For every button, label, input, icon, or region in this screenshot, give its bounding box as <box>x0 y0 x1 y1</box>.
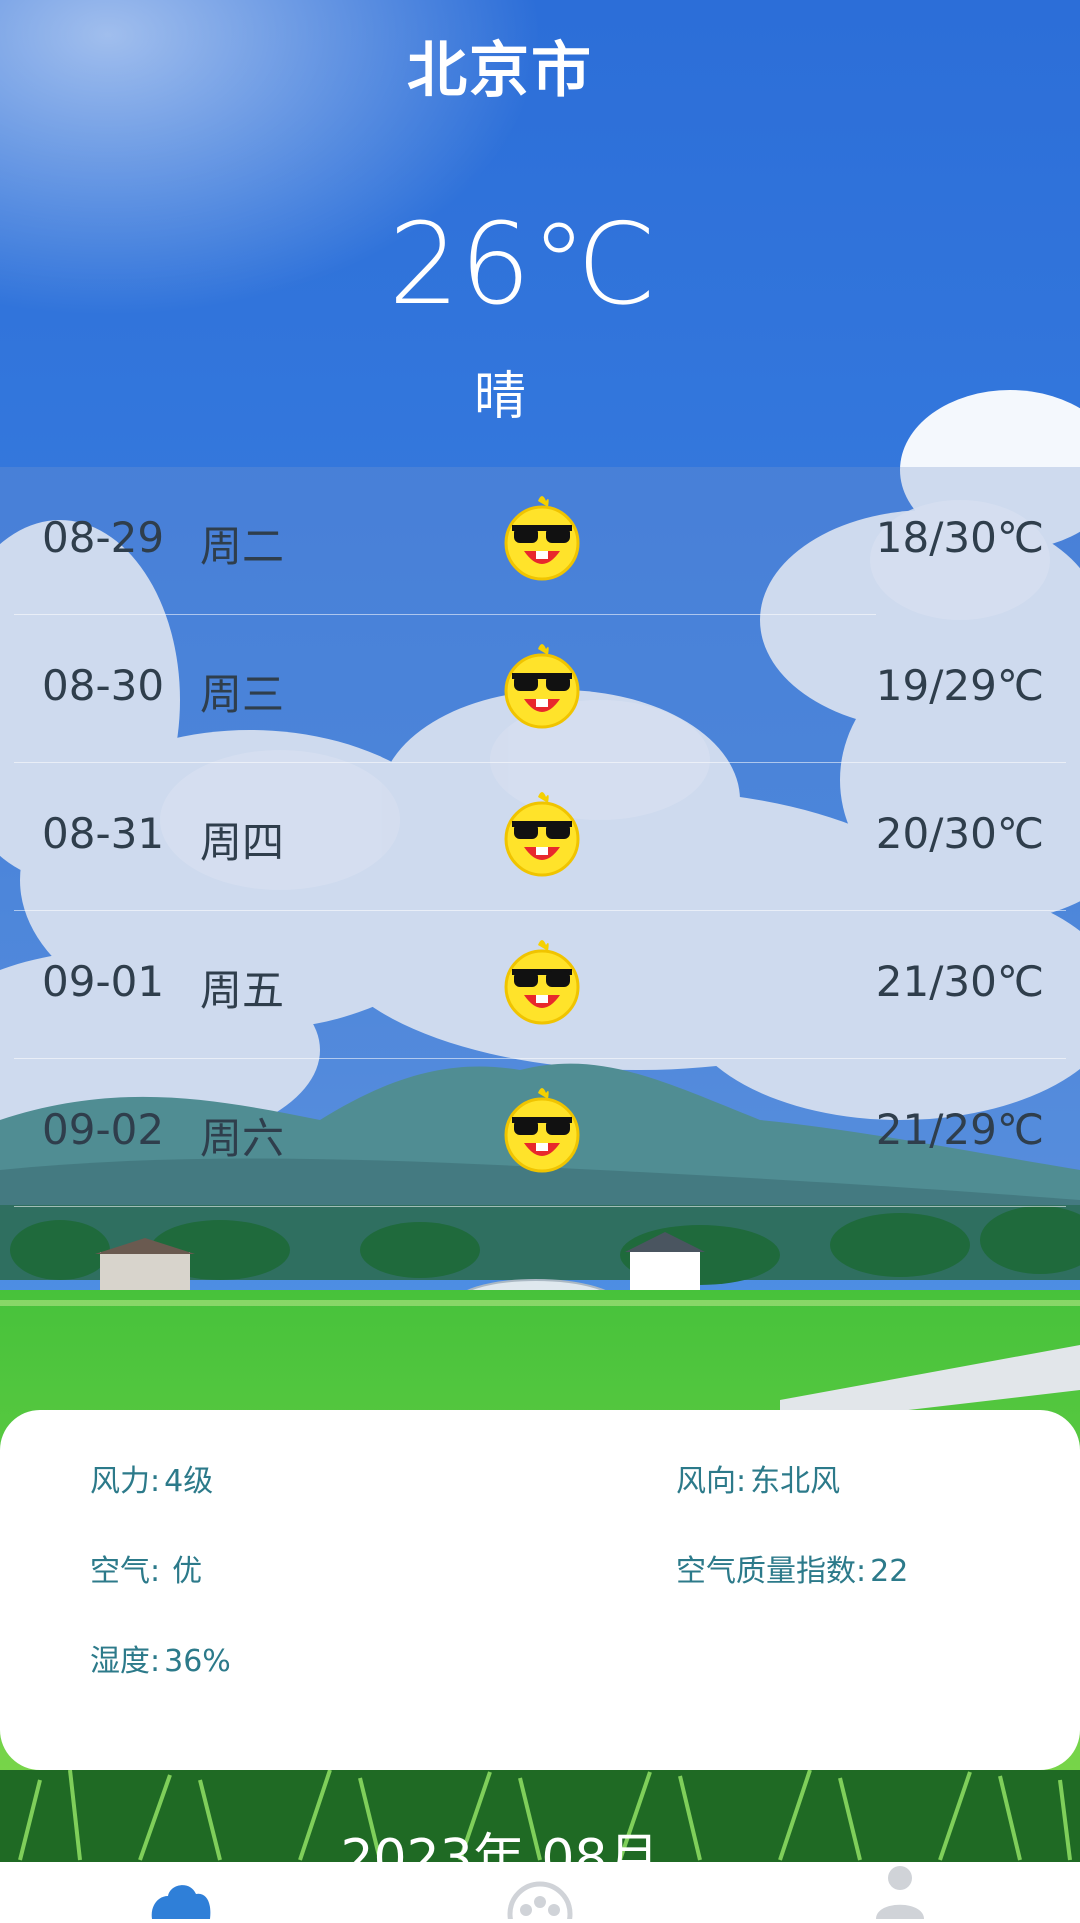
forecast-temp-range: 19/29℃ <box>875 661 1044 710</box>
sunny-sunglasses-icon <box>494 491 590 587</box>
forecast-temp-range: 21/29℃ <box>875 1105 1044 1154</box>
forecast-list: 08-29 周二 18/30℃ 08-30 周三 19/29℃ 08-31 周四… <box>0 467 1080 1207</box>
forecast-date: 09-02 <box>42 1105 165 1154</box>
forecast-row[interactable]: 09-02 周六 21/29℃ <box>14 1059 1066 1207</box>
film-reel-icon <box>500 1881 580 1923</box>
wind-direction-value: 东北风 <box>750 1464 841 1499</box>
wind-direction-label: 风向: <box>676 1464 747 1499</box>
weather-details-card: 风力: 4级 风向: 东北风 空气: 优 空气质量指数: 22 湿度: 36% <box>0 1410 1080 1770</box>
sunny-sunglasses-icon <box>494 1083 590 1179</box>
forecast-date: 08-31 <box>42 809 165 858</box>
air-quality-label: 空气: <box>90 1554 161 1589</box>
current-temperature: 26℃ <box>388 200 657 330</box>
wind-power-item: 风力: 4级 <box>90 1456 213 1500</box>
wind-power-label: 风力: <box>90 1464 161 1499</box>
air-quality-item: 空气: 优 <box>90 1546 202 1590</box>
sunny-sunglasses-icon <box>494 787 590 883</box>
tab-video[interactable] <box>500 1862 580 1923</box>
weather-cloud-icon <box>140 1885 220 1923</box>
aqi-label: 空气质量指数: <box>676 1554 867 1589</box>
air-quality-value: 优 <box>172 1554 203 1589</box>
sunny-sunglasses-icon <box>494 935 590 1031</box>
forecast-weekday: 周六 <box>200 1114 285 1163</box>
forecast-weekday: 周三 <box>200 670 285 719</box>
wind-power-value: 4级 <box>164 1464 214 1499</box>
humidity-value: 36% <box>164 1644 231 1679</box>
forecast-date: 08-29 <box>42 513 165 562</box>
city-name: 北京市 <box>407 36 593 106</box>
forecast-temp-range: 18/30℃ <box>875 513 1044 562</box>
forecast-weekday: 周四 <box>200 818 285 867</box>
current-condition: 晴 <box>473 367 526 427</box>
forecast-date: 09-01 <box>42 957 165 1006</box>
forecast-row[interactable]: 09-01 周五 21/30℃ <box>14 911 1066 1059</box>
sunny-sunglasses-icon <box>494 639 590 735</box>
forecast-weekday: 周二 <box>200 522 285 571</box>
forecast-date: 08-30 <box>42 661 165 710</box>
forecast-row[interactable]: 08-30 周三 19/29℃ <box>14 615 1066 763</box>
humidity-item: 湿度: 36% <box>90 1636 231 1680</box>
forecast-row[interactable]: 08-29 周二 18/30℃ <box>14 467 1066 615</box>
bottom-tab-bar <box>0 1862 1080 1923</box>
humidity-label: 湿度: <box>90 1644 161 1679</box>
row-divider <box>14 1206 1066 1207</box>
forecast-row[interactable]: 08-31 周四 20/30℃ <box>14 763 1066 911</box>
wind-direction-item: 风向: 东北风 <box>676 1456 840 1500</box>
forecast-weekday: 周五 <box>200 966 285 1015</box>
tab-weather[interactable] <box>140 1862 220 1919</box>
tab-profile[interactable] <box>860 1862 940 1919</box>
profile-person-icon <box>860 1866 940 1923</box>
forecast-temp-range: 20/30℃ <box>875 809 1044 858</box>
aqi-item: 空气质量指数: 22 <box>676 1546 908 1590</box>
aqi-value: 22 <box>870 1554 909 1589</box>
forecast-temp-range: 21/30℃ <box>875 957 1044 1006</box>
